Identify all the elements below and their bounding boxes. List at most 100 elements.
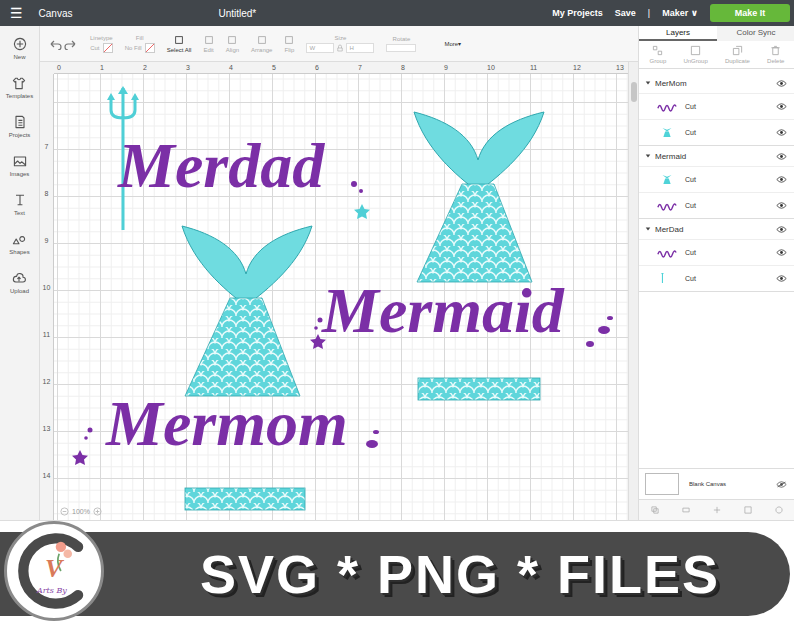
zoom-out-icon[interactable] — [60, 507, 69, 516]
eye-icon[interactable] — [776, 80, 787, 87]
sidebar-label: Text — [14, 210, 25, 216]
toolbar-action[interactable]: Select All — [167, 35, 192, 53]
ruler-label: 14 — [40, 472, 53, 519]
sidebar-item[interactable]: Templates — [6, 75, 33, 99]
machine-select[interactable]: Maker ∨ — [662, 8, 698, 18]
top-link[interactable]: Save — [615, 8, 636, 18]
sidebar-item[interactable]: Projects — [9, 114, 31, 138]
layer-item[interactable]: Cut — [639, 265, 794, 291]
toolbar-field[interactable]: FillNo Fill — [125, 35, 155, 53]
layer-action[interactable]: Duplicate — [725, 45, 750, 64]
layer-action[interactable]: Group — [650, 45, 667, 64]
sidebar-item[interactable]: Shapes — [9, 231, 29, 255]
zoom-control[interactable]: 100% — [60, 507, 102, 516]
size-field[interactable]: SizeW H — [306, 35, 374, 53]
design-text[interactable]: Merdad — [118, 134, 324, 198]
caret-icon[interactable] — [645, 153, 651, 159]
tail-icon[interactable] — [182, 226, 312, 396]
layer-item[interactable]: Cut — [639, 166, 794, 192]
panel-tool-icon[interactable] — [650, 505, 660, 515]
toolbar-action[interactable]: Flip — [284, 35, 294, 53]
ruler-label: 7 — [40, 143, 53, 190]
scale-strip[interactable] — [418, 378, 540, 400]
layer-group: MerMomCutCut — [639, 73, 794, 146]
menu-button[interactable]: ☰ — [10, 6, 23, 20]
width-input[interactable]: W — [306, 43, 334, 53]
action-label: Edit — [203, 47, 213, 53]
panel-tab[interactable]: Color Sync — [717, 26, 794, 41]
layer-action-icon — [652, 45, 663, 56]
brand-logo: VArts By — [4, 521, 104, 621]
ruler-label: 4 — [229, 62, 272, 73]
undo-redo-icon[interactable] — [48, 38, 78, 50]
layer-item[interactable]: Cut — [639, 192, 794, 218]
sidebar-item[interactable]: Upload — [10, 270, 29, 294]
scrollbar[interactable] — [628, 62, 638, 520]
panel-tool-icon[interactable] — [743, 505, 753, 515]
sidebar-label: Shapes — [9, 249, 29, 255]
top-link[interactable]: My Projects — [552, 8, 603, 18]
scale-strip[interactable] — [185, 488, 305, 510]
size-label: Size — [335, 35, 347, 41]
design-text[interactable]: Mermom — [106, 392, 348, 456]
layer-thumbnail-icon — [657, 200, 677, 211]
main-area: New Templates Projects Images Text Shapes Uplo… — [0, 26, 794, 520]
scroll-thumb[interactable] — [631, 82, 637, 102]
panel-tool-icon[interactable] — [712, 505, 722, 515]
ruler-label: 12 — [573, 62, 616, 73]
make-it-button[interactable]: Make It — [710, 4, 790, 22]
eye-icon[interactable] — [776, 129, 787, 136]
panel-tool-icon[interactable] — [774, 505, 784, 515]
sidebar-label: Templates — [6, 93, 33, 99]
rotate-input[interactable] — [386, 44, 416, 52]
toolbar-field[interactable]: LinetypeCut — [90, 35, 113, 53]
sidebar-item[interactable]: New — [12, 36, 28, 60]
height-input[interactable]: H — [346, 43, 374, 53]
caret-icon[interactable] — [645, 226, 651, 232]
sidebar-label: Images — [10, 171, 30, 177]
group-header[interactable]: Mermaid — [639, 146, 794, 166]
toolbar-action[interactable]: Arrange — [251, 35, 272, 53]
blank-canvas-row[interactable]: Blank Canvas — [639, 468, 794, 499]
left-ruler: 7891011121314 — [40, 74, 54, 520]
layer-item[interactable]: Cut — [639, 93, 794, 119]
group-header[interactable]: MerDad — [639, 219, 794, 239]
eye-icon[interactable] — [776, 202, 787, 209]
sidebar-icon — [11, 75, 27, 91]
rotate-field[interactable]: Rotate — [386, 36, 416, 52]
tail-icon[interactable] — [414, 112, 544, 282]
field-value: Cut — [90, 43, 112, 53]
canvas-row: 0123456789101112137891011121314MerdadMer… — [40, 62, 638, 520]
layer-action[interactable]: Delete — [767, 45, 784, 64]
panel-tab[interactable]: Layers — [639, 26, 717, 41]
sidebar-icon — [11, 231, 27, 247]
eye-icon[interactable] — [776, 153, 787, 160]
eye-icon[interactable] — [776, 103, 787, 110]
sidebar-item[interactable]: Text — [12, 192, 28, 216]
eye-icon[interactable] — [776, 226, 787, 233]
lock-icon[interactable] — [337, 44, 343, 52]
layer-item[interactable]: Cut — [639, 119, 794, 145]
eye-icon[interactable] — [776, 176, 787, 183]
layer-item[interactable]: Cut — [639, 239, 794, 265]
blank-canvas-swatch[interactable] — [645, 473, 679, 495]
toolbar-action[interactable]: Edit — [203, 35, 213, 53]
eye-icon[interactable] — [776, 275, 787, 282]
action-label: Arrange — [251, 47, 272, 53]
ruler-label: 11 — [530, 62, 573, 73]
design-text[interactable]: Mermaid — [322, 279, 564, 343]
ruler-label: 2 — [143, 62, 186, 73]
sidebar-item[interactable]: Images — [10, 153, 30, 177]
layer-action-icon — [690, 45, 701, 56]
toolbar-action[interactable]: Align — [226, 35, 239, 53]
eye-icon[interactable] — [776, 481, 787, 488]
more-button[interactable]: More▾ — [444, 40, 461, 47]
layer-action[interactable]: UnGroup — [683, 45, 707, 64]
zoom-in-icon[interactable] — [93, 507, 102, 516]
group-header[interactable]: MerMom — [639, 73, 794, 93]
eye-icon[interactable] — [776, 249, 787, 256]
panel-tool-icon[interactable] — [681, 505, 691, 515]
caret-icon[interactable] — [645, 80, 651, 86]
layer-action-label: Duplicate — [725, 58, 750, 64]
ruler-label: 11 — [40, 331, 53, 378]
